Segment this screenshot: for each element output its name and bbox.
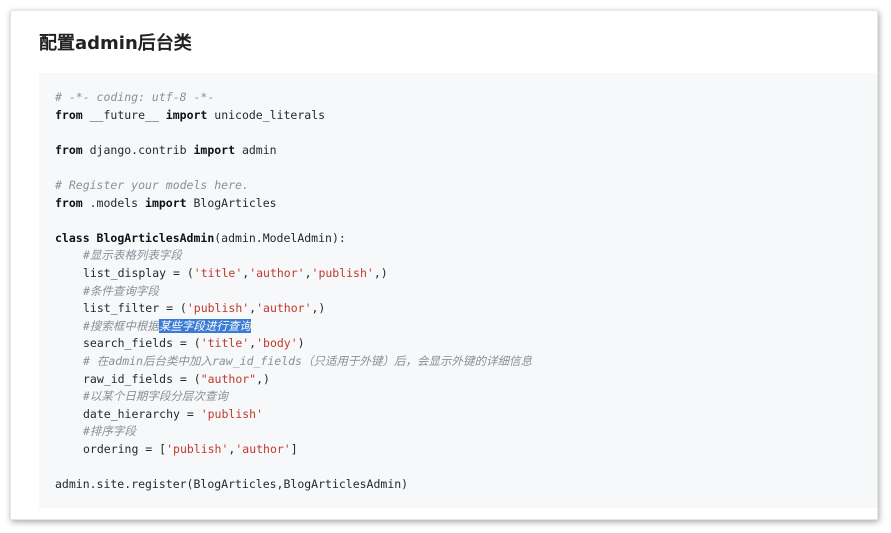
code-line-7: from .models import BlogArticles bbox=[55, 195, 877, 213]
code-line-14: #搜索框中根据某些字段进行查询 bbox=[55, 318, 877, 336]
code-text: django.contrib bbox=[82, 142, 194, 157]
code-line-9: class BlogArticlesAdmin(admin.ModelAdmin… bbox=[55, 230, 877, 248]
code-comment: #搜索框中根据 bbox=[83, 318, 159, 333]
code-block[interactable]: # -*- coding: utf-8 -*- from __future__ … bbox=[39, 73, 877, 508]
code-keyword: from bbox=[55, 107, 83, 122]
code-line-12: #条件查询字段 bbox=[55, 283, 877, 301]
code-line-15: search_fields = ('title','body') bbox=[83, 336, 305, 351]
code-string: 'publish' bbox=[166, 441, 229, 456]
code-text: unicode_literals bbox=[207, 107, 326, 122]
code-string: 'publish' bbox=[311, 265, 374, 280]
code-comment: # -*- coding: utf-8 -*- bbox=[55, 90, 215, 104]
code-text: ,) bbox=[256, 371, 270, 386]
code-line-20: #排序字段 bbox=[55, 423, 877, 441]
code-text: ] bbox=[290, 441, 298, 456]
code-comment: #以某个日期字段分层次查询 bbox=[83, 389, 228, 404]
code-line-4: from django.contrib import admin bbox=[55, 142, 877, 160]
code-keyword: import bbox=[165, 107, 208, 122]
code-line-21: ordering = ['publish','author'] bbox=[83, 441, 298, 456]
code-text: list_display = ( bbox=[83, 265, 194, 280]
code-string: 'author' bbox=[235, 441, 291, 456]
code-text: BlogArticles bbox=[186, 195, 277, 210]
code-comment: #条件查询字段 bbox=[83, 283, 159, 298]
code-text: ,) bbox=[373, 265, 388, 280]
code-comment: # 在admin后台类中加入raw_id_fields（只适用于外键）后，会显示… bbox=[83, 353, 532, 368]
code-text: ordering = [ bbox=[83, 441, 167, 456]
code-string: 'author' bbox=[249, 265, 305, 280]
code-class-name: BlogArticlesAdmin bbox=[89, 230, 215, 245]
code-text: raw_id_fields = ( bbox=[83, 371, 201, 386]
selected-text[interactable]: 某些字段进行查询 bbox=[158, 318, 251, 333]
code-line-16: # 在admin后台类中加入raw_id_fields（只适用于外键）后，会显示… bbox=[55, 353, 877, 371]
code-string: 'publish' bbox=[200, 406, 264, 421]
code-string: "author" bbox=[200, 371, 257, 386]
code-text: ,) bbox=[311, 301, 326, 316]
code-line-13: list_filter = ('publish','author',) bbox=[83, 301, 326, 316]
code-comment: #排序字段 bbox=[83, 424, 136, 439]
code-string: 'body' bbox=[256, 336, 298, 351]
code-text: admin.site.register(BlogArticles,BlogArt… bbox=[55, 477, 409, 492]
code-comment: # Register your models here. bbox=[55, 177, 249, 192]
code-line-1: # -*- coding: utf-8 -*- bbox=[55, 89, 877, 107]
code-string: 'title' bbox=[193, 265, 243, 280]
code-line-2: from __future__ import unicode_literals bbox=[55, 107, 877, 125]
code-string: 'title' bbox=[200, 336, 250, 351]
code-line-10: #显示表格列表字段 bbox=[55, 247, 877, 265]
code-text: (admin.ModelAdmin): bbox=[214, 230, 346, 245]
code-string: 'publish' bbox=[186, 301, 250, 316]
code-line-6: # Register your models here. bbox=[55, 177, 877, 195]
code-text: .models bbox=[82, 195, 146, 210]
code-line-19: date_hierarchy = 'publish' bbox=[55, 406, 877, 424]
code-text: search_fields = ( bbox=[83, 336, 201, 351]
content-card: 配置admin后台类 # -*- coding: utf-8 -*- from … bbox=[10, 10, 878, 520]
code-string: 'author' bbox=[256, 301, 312, 316]
code-line-11: list_display = ('title','author','publis… bbox=[83, 265, 388, 280]
code-text: ) bbox=[297, 336, 305, 351]
code-line-23: admin.site.register(BlogArticles,BlogArt… bbox=[55, 476, 877, 494]
code-text: admin bbox=[235, 142, 277, 157]
code-comment: #显示表格列表字段 bbox=[83, 248, 182, 263]
code-text: date_hierarchy = bbox=[83, 406, 201, 421]
code-line-17: raw_id_fields = ("author",) bbox=[55, 371, 877, 389]
code-text: __future__ bbox=[82, 107, 166, 122]
code-keyword: from bbox=[55, 195, 83, 210]
code-text: list_filter = ( bbox=[83, 301, 187, 316]
code-keyword: class bbox=[55, 230, 90, 245]
section-title: 配置admin后台类 bbox=[39, 33, 192, 54]
code-keyword: import bbox=[193, 142, 236, 157]
code-keyword: from bbox=[55, 142, 83, 157]
code-keyword: import bbox=[145, 195, 187, 210]
code-line-18: #以某个日期字段分层次查询 bbox=[55, 388, 877, 406]
